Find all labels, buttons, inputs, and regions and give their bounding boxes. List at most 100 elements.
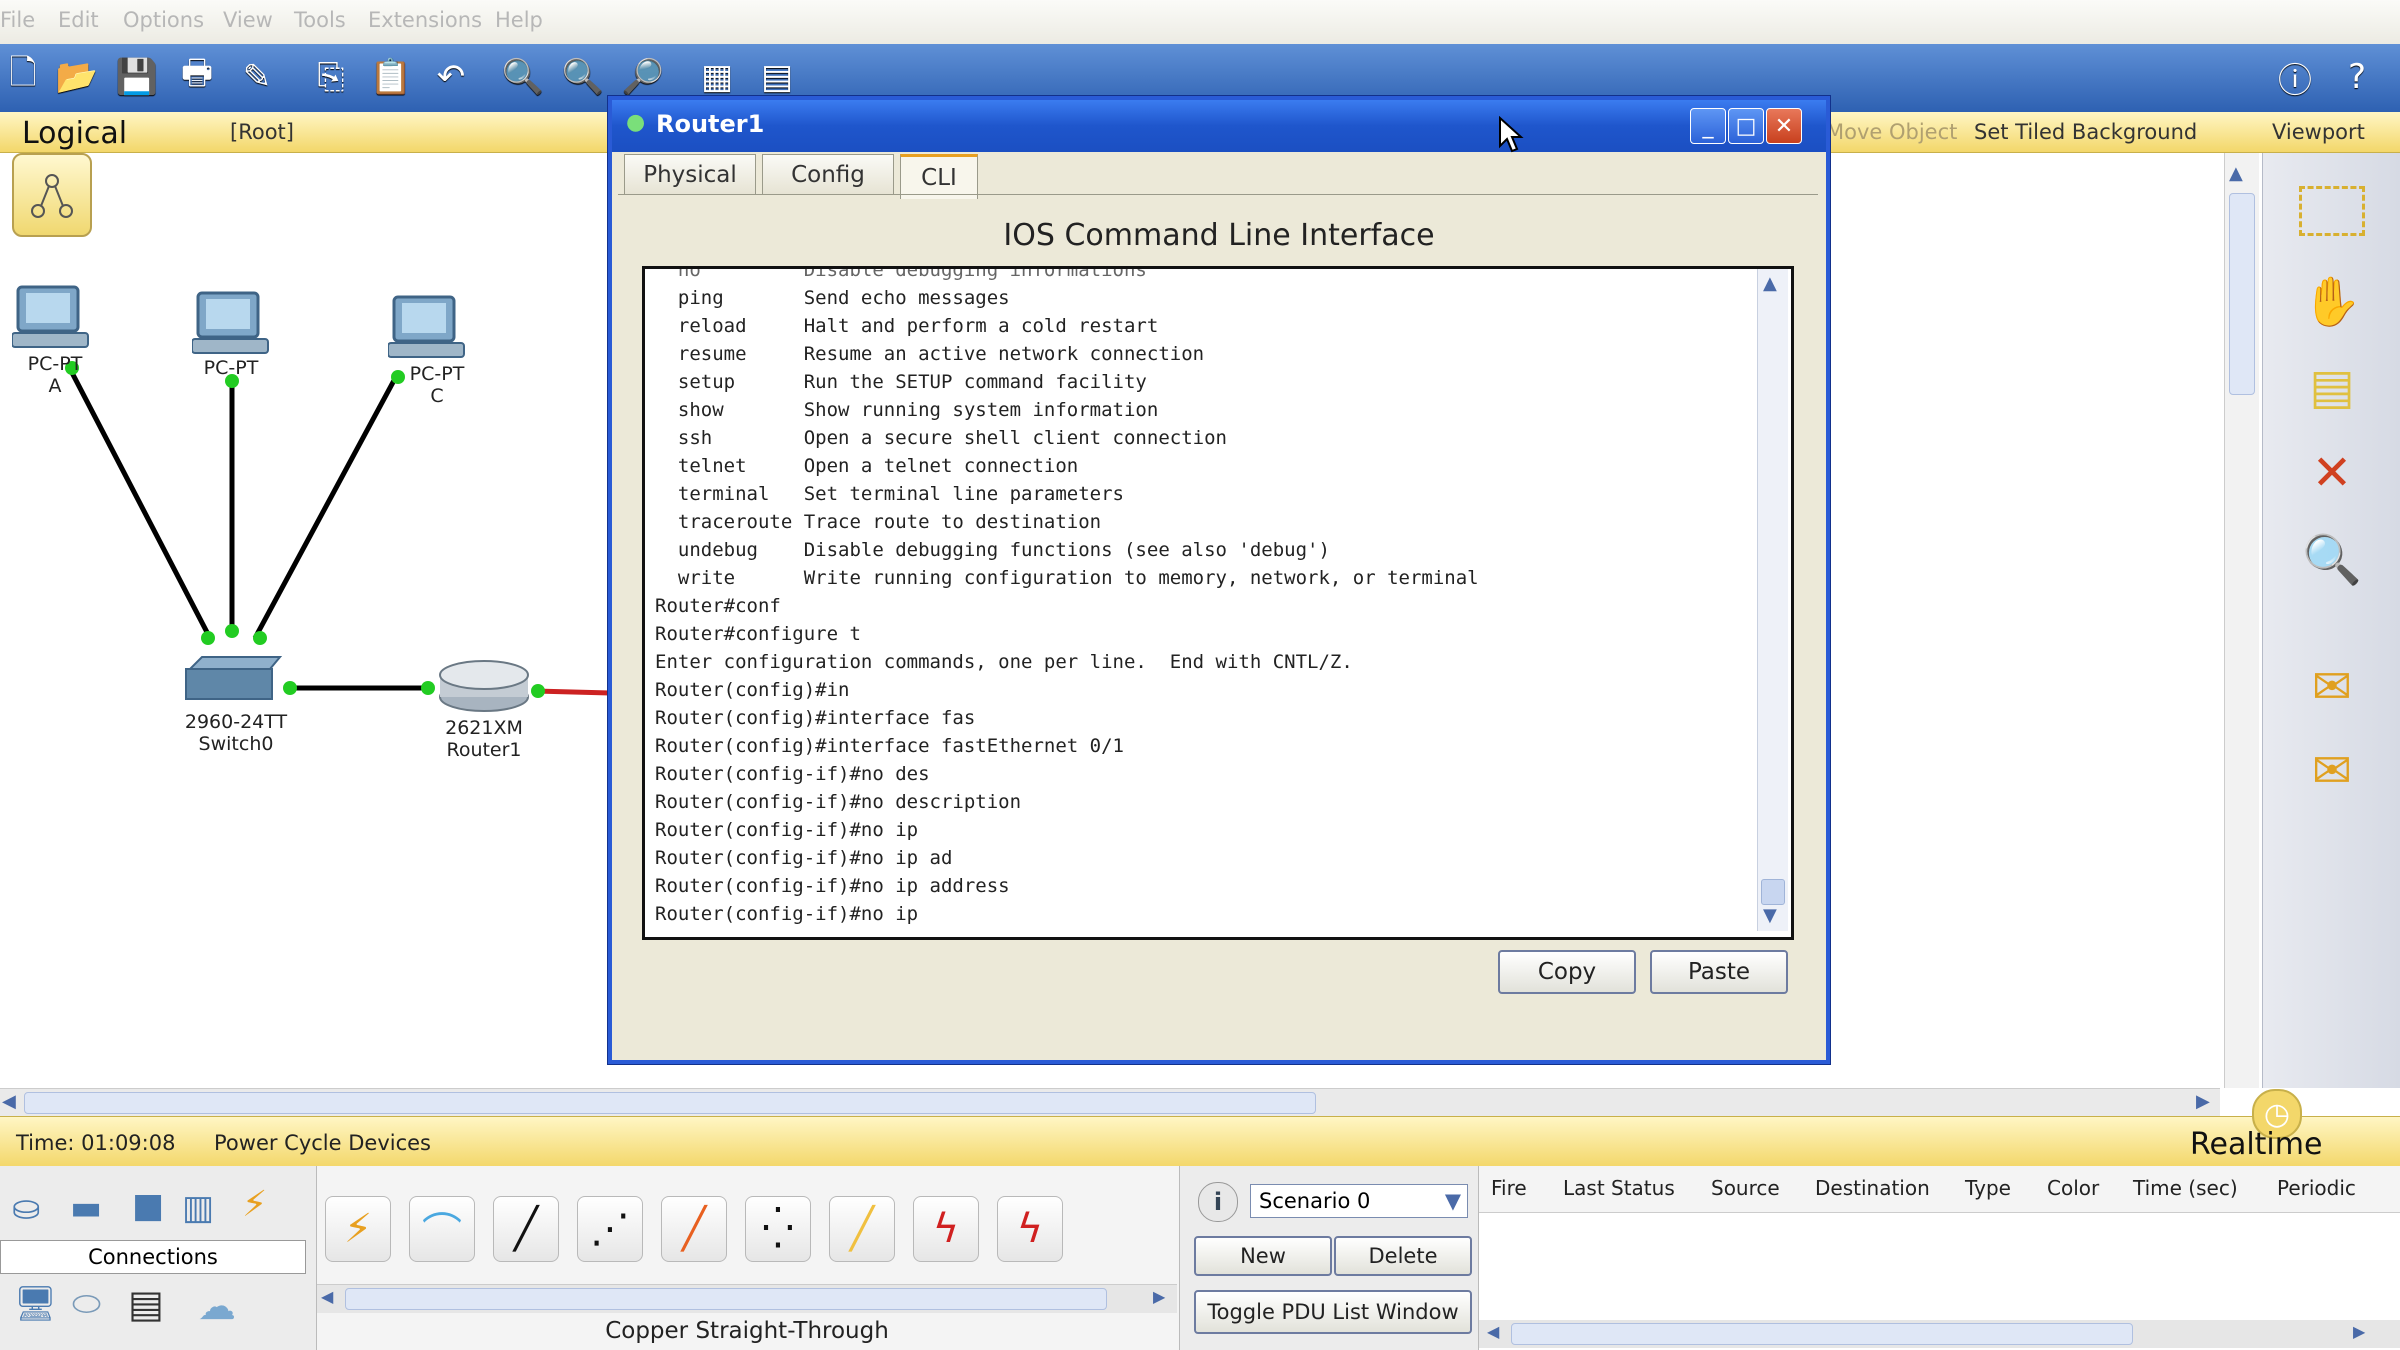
switches-category-icon[interactable]: ▬ xyxy=(70,1188,102,1228)
connection-scroll-thumb[interactable] xyxy=(345,1288,1107,1310)
inspect-icon[interactable]: 🔍 xyxy=(2263,521,2400,597)
pc-a[interactable] xyxy=(11,283,92,357)
add-complex-pdu-icon[interactable]: ✉ xyxy=(2263,733,2400,809)
router1[interactable] xyxy=(436,655,532,719)
scroll-right-icon[interactable]: ▶ xyxy=(2196,1091,2210,1112)
workspace-vertical-scrollbar[interactable]: ▲ xyxy=(2224,153,2259,1088)
zoom-out-icon[interactable]: 🔎 xyxy=(620,54,666,100)
paste-button[interactable]: Paste xyxy=(1650,950,1788,994)
wan-emulation-category-icon[interactable]: ⬭ xyxy=(72,1284,101,1324)
vertical-scroll-thumb[interactable] xyxy=(2229,193,2255,395)
pdu-col-periodic[interactable]: Periodic xyxy=(2277,1176,2356,1200)
cli-scroll-thumb[interactable] xyxy=(1761,879,1785,905)
new-file-icon[interactable]: 🗋 xyxy=(0,53,46,100)
menu-extensions[interactable]: Extensions xyxy=(368,8,482,32)
workspace-horizontal-scrollbar[interactable]: ◀ ▶ xyxy=(0,1088,2220,1117)
pdu-col-fire[interactable]: Fire xyxy=(1491,1176,1527,1200)
end-devices-category-icon[interactable]: 🖥 xyxy=(14,1284,57,1324)
serial-dte-icon[interactable]: ϟ xyxy=(997,1196,1063,1262)
horizontal-scroll-thumb[interactable] xyxy=(24,1092,1316,1114)
root-label[interactable]: [Root] xyxy=(230,120,294,144)
multiuser-cloud-icon[interactable]: ☁ xyxy=(198,1284,236,1328)
help-icon[interactable]: ? xyxy=(2334,54,2380,100)
pc-b[interactable] xyxy=(191,289,272,363)
fiber-icon[interactable]: ╱ xyxy=(661,1196,727,1262)
set-tiled-background-button[interactable]: Set Tiled Background xyxy=(1974,120,2197,144)
scroll-left-icon[interactable]: ◀ xyxy=(321,1287,333,1306)
scroll-up-icon[interactable]: ▲ xyxy=(2229,163,2243,184)
pdu-col-source[interactable]: Source xyxy=(1711,1176,1780,1200)
info-icon[interactable]: ⓘ xyxy=(2272,54,2318,101)
scroll-right-icon[interactable]: ▶ xyxy=(2353,1322,2365,1341)
delete-scenario-button[interactable]: Delete xyxy=(1334,1236,1472,1276)
scenario-select[interactable]: Scenario 0 ▼ xyxy=(1250,1184,1468,1218)
move-object-button[interactable]: Move Object xyxy=(1826,120,1957,144)
menu-help[interactable]: Help xyxy=(495,8,543,32)
cli-terminal[interactable]: no Disable debugging informations ping S… xyxy=(642,266,1794,940)
connection-types-scrollbar[interactable]: ◀ ▶ xyxy=(317,1284,1177,1313)
close-icon[interactable]: ✕ xyxy=(1766,108,1802,144)
maximize-icon[interactable]: □ xyxy=(1728,108,1764,144)
routers-category-icon[interactable]: ⛀ xyxy=(12,1188,41,1228)
serial-dce-icon[interactable]: ϟ xyxy=(913,1196,979,1262)
tab-physical[interactable]: Physical xyxy=(624,154,756,195)
pdu-col-last-status[interactable]: Last Status xyxy=(1563,1176,1675,1200)
dialog-title-bar[interactable]: ● Router1 _ □ ✕ xyxy=(612,100,1826,152)
cli-scrollbar[interactable]: ▲ ▼ xyxy=(1757,269,1788,931)
menu-edit[interactable]: Edit xyxy=(58,8,99,32)
cli-output[interactable]: no Disable debugging informations ping S… xyxy=(645,269,1751,931)
custom-device-icon[interactable]: ▤ xyxy=(754,54,800,100)
scroll-up-icon[interactable]: ▲ xyxy=(1763,273,1777,294)
minimize-icon[interactable]: _ xyxy=(1690,108,1726,144)
print-icon[interactable]: 🖶 xyxy=(174,53,220,100)
console-cable-icon[interactable]: ⌒ xyxy=(409,1196,475,1262)
menu-view[interactable]: View xyxy=(223,8,273,32)
pc-c[interactable] xyxy=(387,293,468,367)
scroll-down-icon[interactable]: ▼ xyxy=(1763,905,1777,926)
paste-icon[interactable]: 📋 xyxy=(368,54,414,100)
open-folder-icon[interactable]: 📂 xyxy=(54,54,100,100)
copy-button[interactable]: Copy xyxy=(1498,950,1636,994)
move-layout-hand-icon[interactable]: ✋ xyxy=(2263,263,2400,339)
custom-devices-category-icon[interactable]: ▤ xyxy=(128,1282,164,1326)
pdu-col-destination[interactable]: Destination xyxy=(1815,1176,1930,1200)
tab-cli[interactable]: CLI xyxy=(900,154,978,199)
scroll-right-icon[interactable]: ▶ xyxy=(1153,1287,1165,1306)
pdu-col-type[interactable]: Type xyxy=(1965,1176,2011,1200)
copper-crossover-icon[interactable]: ⋰ xyxy=(577,1196,643,1262)
delete-icon[interactable]: ✕ xyxy=(2263,435,2400,511)
scenario-info-icon[interactable]: i xyxy=(1198,1182,1238,1222)
automatic-connection-icon[interactable]: ⚡ xyxy=(325,1196,391,1262)
new-scenario-button[interactable]: New xyxy=(1194,1236,1332,1276)
place-note-icon[interactable]: ▤ xyxy=(2263,349,2400,425)
phone-cable-icon[interactable]: ⁛ xyxy=(745,1196,811,1262)
power-cycle-devices-button[interactable]: Power Cycle Devices xyxy=(214,1131,431,1155)
scroll-left-icon[interactable]: ◀ xyxy=(1487,1322,1499,1341)
wireless-category-icon[interactable]: ▥ xyxy=(182,1188,214,1228)
toggle-pdu-list-button[interactable]: Toggle PDU List Window xyxy=(1194,1290,1472,1334)
copy-icon[interactable]: ⎘ xyxy=(308,54,354,100)
select-tool-icon[interactable] xyxy=(2263,173,2400,249)
save-icon[interactable]: 💾 xyxy=(114,54,160,100)
menu-options[interactable]: Options xyxy=(123,8,204,32)
zoom-in-icon[interactable]: 🔍 xyxy=(500,54,546,100)
logical-mode-label[interactable]: Logical xyxy=(22,116,127,151)
switch0[interactable] xyxy=(180,653,284,711)
menu-file[interactable]: File xyxy=(0,8,35,32)
pdu-col-color[interactable]: Color xyxy=(2047,1176,2099,1200)
menu-tools[interactable]: Tools xyxy=(294,8,346,32)
activity-wizard-icon[interactable]: ✎ xyxy=(234,54,280,100)
pdu-scroll-thumb[interactable] xyxy=(1511,1323,2133,1345)
coaxial-cable-icon[interactable]: ╱ xyxy=(829,1196,895,1262)
hubs-category-icon[interactable]: ■ xyxy=(132,1186,164,1226)
add-simple-pdu-icon[interactable]: ✉ xyxy=(2263,649,2400,725)
undo-icon[interactable]: ↶ xyxy=(428,54,474,100)
tab-config[interactable]: Config xyxy=(762,154,894,195)
scroll-left-icon[interactable]: ◀ xyxy=(2,1091,16,1112)
pdu-col-time[interactable]: Time (sec) xyxy=(2133,1176,2238,1200)
pdu-scrollbar[interactable]: ◀ ▶ xyxy=(1479,1320,2400,1348)
viewport-button[interactable]: Viewport xyxy=(2272,120,2365,144)
copper-straight-through-icon[interactable]: ╱ xyxy=(493,1196,559,1262)
palette-icon[interactable]: ▦ xyxy=(694,54,740,100)
realtime-mode-label[interactable]: Realtime xyxy=(2190,1127,2322,1162)
